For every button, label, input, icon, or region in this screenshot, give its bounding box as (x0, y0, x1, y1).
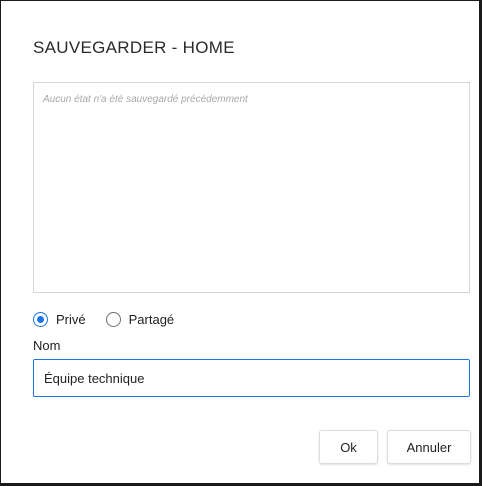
saved-states-list[interactable]: Aucun état n'a été sauvegardé précédemme… (33, 82, 470, 293)
radio-option-private[interactable]: Privé (33, 311, 86, 327)
name-label: Nom (33, 338, 61, 353)
visibility-radio-group: Privé Partagé (33, 310, 174, 328)
cancel-button[interactable]: Annuler (387, 430, 471, 464)
shared-radio[interactable] (105, 311, 121, 327)
save-dialog: SAUVEGARDER - HOME Aucun état n'a été sa… (0, 0, 482, 486)
ok-button[interactable]: Ok (319, 430, 378, 464)
radio-option-shared[interactable]: Partagé (105, 311, 175, 327)
private-radio[interactable] (33, 311, 48, 327)
empty-states-message: Aucun état n'a été sauvegardé précédemme… (43, 94, 248, 105)
private-radio-label: Privé (56, 311, 86, 327)
shared-radio-label: Partagé (128, 311, 175, 327)
dialog-title: SAUVEGARDER - HOME (33, 38, 235, 57)
name-input[interactable] (33, 359, 470, 397)
